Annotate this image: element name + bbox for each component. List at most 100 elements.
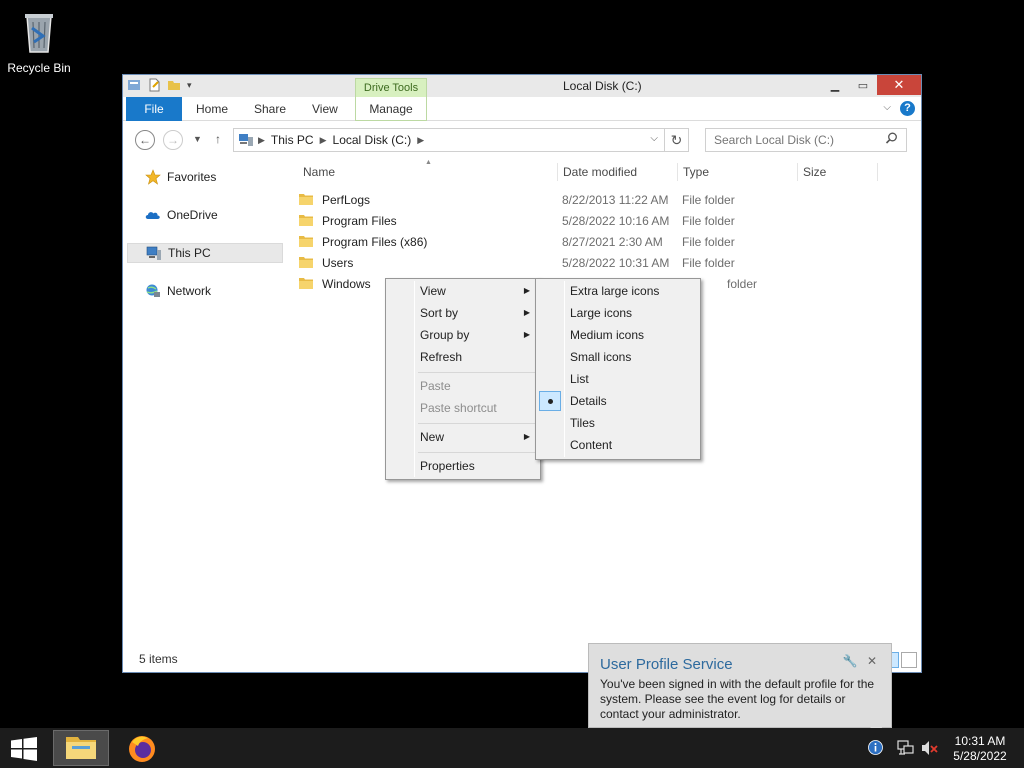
table-row[interactable]: Program Files 5/28/2022 10:16 AM File fo… xyxy=(287,211,907,232)
address-history-dropdown-icon[interactable]: ⌵ xyxy=(650,133,658,144)
search-icon[interactable] xyxy=(885,132,898,145)
file-name: Program Files (x86) xyxy=(322,235,428,249)
view-submenu: Extra large icons Large icons Medium ico… xyxy=(535,278,701,460)
folder-icon xyxy=(299,278,313,289)
help-icon[interactable]: ? xyxy=(900,101,915,116)
new-document-icon[interactable] xyxy=(147,78,161,92)
up-button[interactable]: ↑ xyxy=(215,132,221,146)
taskbar-clock[interactable]: 10:31 AM 5/28/2022 xyxy=(950,734,1010,764)
recent-locations-icon[interactable]: ▼ xyxy=(193,134,202,144)
file-type: File folder xyxy=(682,193,735,207)
menu-item-large-icons[interactable]: Large icons xyxy=(538,302,698,324)
properties-icon[interactable] xyxy=(127,78,141,92)
close-icon[interactable]: ✕ xyxy=(867,654,877,668)
taskbar-file-explorer-button[interactable] xyxy=(53,730,109,766)
window-title: Local Disk (C:) xyxy=(563,79,642,93)
notification-balloon[interactable]: User Profile Service 🔧 ✕ You've been sig… xyxy=(588,643,892,728)
tab-view[interactable]: View xyxy=(312,97,338,121)
table-row[interactable]: Program Files (x86) 8/27/2021 2:30 AM Fi… xyxy=(287,232,907,253)
nav-label: Network xyxy=(167,284,212,298)
breadcrumb-separator-icon[interactable]: ▶ xyxy=(258,135,265,146)
column-header-type[interactable]: Type xyxy=(683,165,709,179)
column-header-date[interactable]: Date modified xyxy=(563,165,637,179)
title-bar[interactable]: ▾ Drive Tools Local Disk (C:) ▁ ▭ ✕ xyxy=(123,75,921,97)
large-icons-view-button[interactable] xyxy=(901,652,917,668)
refresh-button[interactable]: ↻ xyxy=(664,129,688,151)
nav-item-onedrive[interactable]: OneDrive xyxy=(127,205,283,225)
menu-item-medium-icons[interactable]: Medium icons xyxy=(538,324,698,346)
forward-button[interactable]: → xyxy=(163,130,183,150)
cloud-icon xyxy=(145,212,160,219)
menu-item-paste[interactable]: Paste xyxy=(388,375,538,397)
table-row[interactable]: Users 5/28/2022 10:31 AM File folder xyxy=(287,253,907,274)
menu-item-properties[interactable]: Properties xyxy=(388,455,538,477)
folder-icon xyxy=(299,257,313,268)
firefox-icon[interactable] xyxy=(124,732,160,764)
search-input[interactable] xyxy=(705,128,907,152)
menu-item-group-by[interactable]: Group by ▶ xyxy=(388,324,538,346)
file-date: 5/28/2022 10:31 AM xyxy=(562,256,670,270)
notification-message: You've been signed in with the default p… xyxy=(600,677,875,721)
breadcrumb-separator-icon[interactable]: ▶ xyxy=(417,135,424,146)
info-icon[interactable] xyxy=(868,740,883,755)
drive-tools-tab-group: Drive Tools xyxy=(355,78,427,97)
nav-item-network[interactable]: Network xyxy=(127,281,283,301)
menu-item-details[interactable]: Details xyxy=(538,390,698,412)
menu-item-paste-shortcut[interactable]: Paste shortcut xyxy=(388,397,538,419)
submenu-arrow-icon: ▶ xyxy=(523,308,530,317)
file-date: 8/22/2013 11:22 AM xyxy=(562,193,669,207)
table-row[interactable]: PerfLogs 8/22/2013 11:22 AM File folder xyxy=(287,190,907,211)
tab-manage[interactable]: Manage xyxy=(355,97,427,121)
expand-ribbon-icon[interactable]: ⌵ xyxy=(883,102,891,113)
menu-item-label: View xyxy=(420,284,446,298)
menu-item-tiles[interactable]: Tiles xyxy=(538,412,698,434)
menu-separator xyxy=(418,452,536,453)
nav-item-this-pc[interactable]: This PC xyxy=(127,243,283,263)
file-name: Users xyxy=(322,256,354,270)
submenu-arrow-icon: ▶ xyxy=(523,286,530,295)
minimize-button[interactable]: ▁ xyxy=(821,75,849,95)
column-divider[interactable] xyxy=(797,163,798,181)
customize-qat-icon[interactable]: ▾ xyxy=(187,80,192,91)
volume-muted-icon[interactable] xyxy=(921,740,939,756)
network-icon xyxy=(146,284,160,297)
file-type: File folder xyxy=(682,214,735,228)
menu-item-refresh[interactable]: Refresh xyxy=(388,346,538,368)
sort-ascending-icon: ▲ xyxy=(425,159,432,166)
menu-item-label: New xyxy=(420,430,445,444)
file-date: 5/28/2022 10:16 AM xyxy=(562,214,670,228)
breadcrumb-local-disk[interactable]: Local Disk (C:) xyxy=(333,133,412,147)
menu-item-label: Group by xyxy=(420,328,470,342)
menu-item-view[interactable]: View ▶ xyxy=(388,280,538,302)
network-tray-icon[interactable] xyxy=(897,740,915,756)
menu-item-list[interactable]: List xyxy=(538,368,698,390)
recycle-bin-desktop-icon[interactable]: Recycle Bin xyxy=(6,6,72,75)
tab-home[interactable]: Home xyxy=(196,97,228,121)
close-button[interactable]: ✕ xyxy=(877,75,921,95)
new-folder-icon[interactable] xyxy=(167,78,181,92)
menu-item-sort-by[interactable]: Sort by ▶ xyxy=(388,302,538,324)
menu-item-new[interactable]: New ▶ xyxy=(388,426,538,448)
menu-item-small-icons[interactable]: Small icons xyxy=(538,346,698,368)
folder-icon xyxy=(299,194,313,205)
menu-item-label: Refresh xyxy=(420,350,463,364)
column-divider[interactable] xyxy=(677,163,678,181)
tab-share[interactable]: Share xyxy=(254,97,286,121)
menu-item-extra-large-icons[interactable]: Extra large icons xyxy=(538,280,698,302)
menu-item-content[interactable]: Content xyxy=(538,434,698,456)
wrench-icon[interactable]: 🔧 xyxy=(843,654,858,668)
breadcrumb-this-pc[interactable]: This PC xyxy=(271,133,314,147)
tab-file[interactable]: File xyxy=(126,97,182,121)
menu-item-label: Properties xyxy=(420,459,475,473)
recycle-bin-icon xyxy=(25,14,53,53)
column-divider[interactable] xyxy=(557,163,558,181)
back-button[interactable]: ← xyxy=(135,130,155,150)
windows-start-icon[interactable] xyxy=(10,737,38,761)
column-header-name[interactable]: Name xyxy=(303,165,335,179)
maximize-button[interactable]: ▭ xyxy=(849,75,877,95)
nav-item-favorites[interactable]: Favorites xyxy=(127,167,283,187)
address-bar[interactable]: ▶ This PC ▶ Local Disk (C:) ▶ ⌵ ↻ xyxy=(233,128,689,152)
column-divider[interactable] xyxy=(877,163,878,181)
breadcrumb-separator-icon[interactable]: ▶ xyxy=(320,135,327,146)
column-header-size[interactable]: Size xyxy=(803,165,826,179)
